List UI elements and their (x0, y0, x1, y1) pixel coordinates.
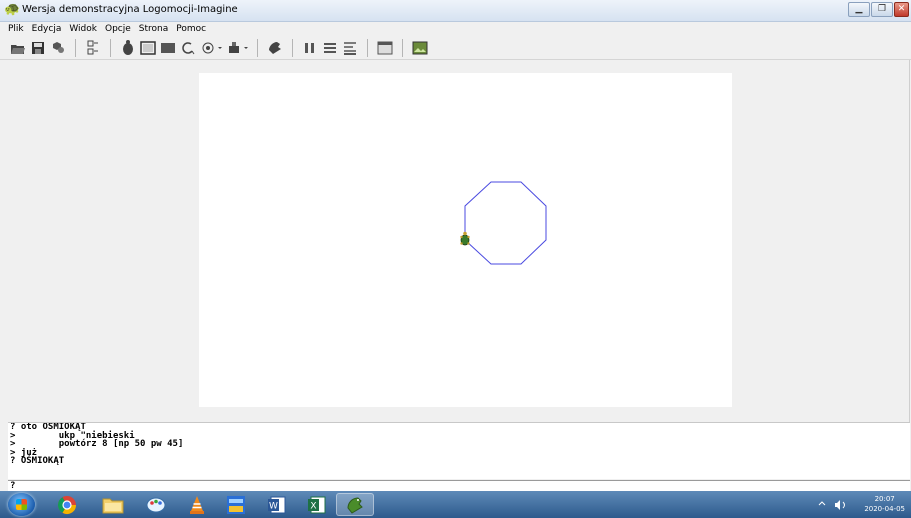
vlc-icon (190, 495, 204, 514)
windows-logo-icon (16, 499, 27, 510)
turtle-cursor[interactable] (460, 231, 470, 246)
word-taskbar-button[interactable]: W (258, 493, 296, 516)
turtle-icon[interactable] (267, 40, 283, 56)
windows-start-button[interactable] (8, 493, 35, 516)
system-tray: 20:07 2020-04-05 (811, 491, 911, 518)
command-line: ? OŚMIOKĄT (10, 456, 65, 467)
minimize-button[interactable]: ▁ (848, 2, 870, 17)
drawing-canvas[interactable] (199, 73, 732, 407)
window-icon[interactable] (377, 40, 393, 56)
title-bar: 🐢 Wersja demonstracyjna Logomocji-Imagin… (0, 0, 911, 22)
toolbar-separator (292, 38, 293, 57)
logomocja-taskbar-button[interactable] (336, 493, 374, 516)
menu-plik[interactable]: Plik (8, 22, 24, 36)
lasso-icon[interactable] (180, 40, 196, 56)
menu-strona[interactable]: Strona (139, 22, 168, 36)
clock-time: 20:07 (874, 495, 895, 503)
filled-rectangle-icon[interactable] (160, 40, 176, 56)
chrome-icon (58, 495, 76, 514)
bars-icon[interactable] (302, 40, 318, 56)
svg-text:X: X (310, 501, 316, 511)
logomocja-icon (347, 496, 363, 514)
chrome-taskbar-button[interactable] (48, 493, 86, 516)
toolbar (0, 36, 911, 60)
drawing-svg (460, 181, 547, 265)
media-app-icon (227, 495, 245, 514)
excel-taskbar-button[interactable]: X (298, 493, 336, 516)
close-button[interactable]: ✕ (894, 2, 909, 17)
image-icon[interactable] (412, 40, 428, 56)
open-icon[interactable] (10, 40, 26, 56)
word-icon: W (268, 496, 286, 513)
svg-text:W: W (269, 501, 278, 511)
window-title: Wersja demonstracyjna Logomocji-Imagine (22, 4, 238, 15)
save-icon[interactable] (30, 40, 46, 56)
text-icon[interactable] (342, 40, 358, 56)
tray-icons[interactable] (817, 499, 857, 511)
toolbar-separator (257, 38, 258, 57)
print-icon[interactable] (50, 40, 66, 56)
file-explorer-taskbar-button[interactable] (94, 493, 132, 516)
logomocja-app-icon: 🐢 (4, 2, 21, 17)
menu-edycja[interactable]: Edycja (32, 22, 62, 36)
toolbar-separator (110, 38, 111, 57)
command-line: > powtórz 8 [np 50 pw 45] (10, 439, 184, 450)
command-history[interactable]: ? oto OŚMIOKĄT > ukp "niebieski > powtór… (8, 422, 910, 479)
window-controls: ▁ ❐ ✕ (848, 2, 909, 17)
taskbar: W X 20:07 2020-04-05 (0, 491, 911, 518)
toolbar-separator (367, 38, 368, 57)
vlc-taskbar-button[interactable] (178, 493, 216, 516)
clock-date: 2020-04-05 (864, 505, 905, 513)
toolbar-separator (75, 38, 76, 57)
media-app-taskbar-button[interactable] (217, 493, 255, 516)
command-line: > już (10, 447, 38, 458)
clock[interactable]: 20:07 2020-04-05 (864, 494, 905, 514)
pen-icon[interactable] (200, 40, 222, 56)
menu-pomoc[interactable]: Pomoc (176, 22, 206, 36)
command-input[interactable]: ? (8, 480, 910, 491)
paint-app-taskbar-button[interactable] (137, 493, 175, 516)
lines-icon[interactable] (322, 40, 338, 56)
paint-app-icon (146, 497, 166, 512)
command-line: ? oto OŚMIOKĄT (10, 422, 86, 432)
maximize-button[interactable]: ❐ (871, 2, 893, 17)
rectangle-icon[interactable] (140, 40, 156, 56)
paint-icon[interactable] (226, 40, 248, 56)
excel-icon: X (308, 496, 326, 513)
folder-icon (102, 498, 124, 513)
toolbar-separator (402, 38, 403, 57)
pages-icon[interactable] (85, 40, 101, 56)
menu-opcje[interactable]: Opcje (105, 22, 131, 36)
octagon-shape (464, 181, 547, 265)
menu-widok[interactable]: Widok (69, 22, 97, 36)
menu-bar: Plik Edycja Widok Opcje Strona Pomoc (0, 22, 911, 36)
turtle-tool-icon[interactable] (120, 39, 136, 56)
